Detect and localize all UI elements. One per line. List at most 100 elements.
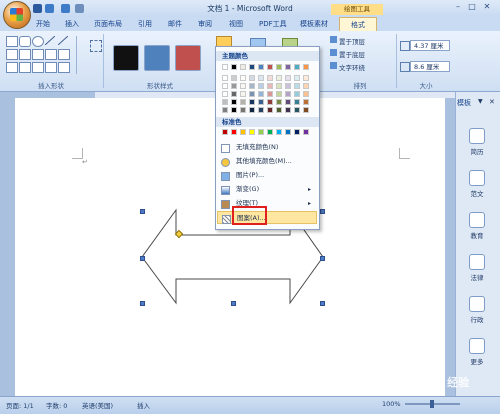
theme-color-swatch[interactable] [303, 64, 309, 70]
theme-color-swatch[interactable] [222, 91, 228, 97]
menu-item-picture[interactable]: 图片(P)... [217, 169, 317, 182]
theme-color-swatch[interactable] [294, 64, 300, 70]
resize-handle[interactable] [231, 301, 236, 306]
resize-handle[interactable] [140, 209, 145, 214]
theme-color-swatch[interactable] [303, 107, 309, 113]
tab-review[interactable]: 审阅 [198, 19, 212, 30]
panel-item-essay[interactable]: 范文 [460, 170, 494, 198]
tab-templates[interactable]: 模板素材 [300, 19, 328, 30]
standard-color-row[interactable] [222, 129, 314, 137]
theme-color-swatch[interactable] [222, 75, 228, 81]
theme-color-swatch[interactable] [240, 91, 246, 97]
standard-color-swatch[interactable] [303, 129, 309, 135]
quick-access-menu-icon[interactable] [75, 4, 84, 13]
width-input[interactable]: 8.6 厘米 [410, 61, 450, 72]
triangle-shape-icon[interactable] [6, 49, 18, 60]
shape-style-black[interactable] [113, 45, 139, 71]
theme-color-swatch[interactable] [294, 83, 300, 89]
redo-icon[interactable] [61, 4, 70, 13]
theme-color-swatch[interactable] [231, 83, 237, 89]
panel-item-law[interactable]: 法律 [460, 254, 494, 282]
theme-color-swatch[interactable] [258, 75, 264, 81]
curve-shape-icon[interactable] [45, 49, 57, 60]
theme-color-swatch[interactable] [276, 107, 282, 113]
theme-color-swatch[interactable] [303, 75, 309, 81]
standard-color-swatch[interactable] [231, 129, 237, 135]
maximize-button[interactable]: □ [466, 2, 478, 12]
menu-item-gradient[interactable]: 渐变(G) ▸ [217, 183, 317, 196]
tab-references[interactable]: 引用 [138, 19, 152, 30]
standard-color-swatch[interactable] [240, 129, 246, 135]
pentagon-shape-icon[interactable] [32, 49, 44, 60]
theme-color-swatch[interactable] [303, 99, 309, 105]
tab-view[interactable]: 视图 [229, 19, 243, 30]
theme-color-swatch[interactable] [258, 99, 264, 105]
brace-shape-icon[interactable] [45, 62, 57, 73]
line-shape-icon[interactable] [44, 35, 56, 46]
theme-color-swatch[interactable] [249, 91, 255, 97]
bracket-shape-icon[interactable] [58, 49, 70, 60]
resize-handle[interactable] [320, 301, 325, 306]
theme-color-swatch[interactable] [276, 91, 282, 97]
edit-shape-icon[interactable] [90, 40, 102, 52]
theme-color-swatch[interactable] [258, 64, 264, 70]
panel-item-education[interactable]: 教育 [460, 212, 494, 240]
theme-color-swatch[interactable] [276, 64, 282, 70]
theme-color-swatch[interactable] [231, 99, 237, 105]
theme-color-swatch[interactable] [249, 107, 255, 113]
resize-handle[interactable] [140, 301, 145, 306]
minimize-button[interactable]: – [452, 2, 464, 12]
theme-color-swatch[interactable] [267, 75, 273, 81]
office-button[interactable] [3, 1, 31, 29]
theme-color-swatch[interactable] [258, 107, 264, 113]
theme-color-swatch[interactable] [285, 107, 291, 113]
standard-color-swatch[interactable] [294, 129, 300, 135]
close-button[interactable]: ✕ [481, 2, 493, 12]
theme-color-swatch[interactable] [240, 83, 246, 89]
theme-color-swatch[interactable] [258, 91, 264, 97]
zoom-level[interactable]: 100% [382, 400, 401, 408]
tab-home[interactable]: 开始 [36, 19, 50, 30]
theme-color-swatch[interactable] [249, 99, 255, 105]
theme-color-swatch[interactable] [294, 91, 300, 97]
send-to-back-icon[interactable] [330, 49, 337, 56]
tab-page-layout[interactable]: 页面布局 [94, 19, 122, 30]
tab-format[interactable]: 格式 [339, 17, 377, 32]
standard-color-swatch[interactable] [285, 129, 291, 135]
word-count[interactable]: 字数: 0 [46, 400, 67, 410]
standard-color-swatch[interactable] [267, 129, 273, 135]
bring-to-front-button[interactable]: 置于顶层 [339, 36, 365, 46]
theme-color-swatch[interactable] [222, 64, 228, 70]
theme-color-swatch[interactable] [303, 83, 309, 89]
standard-color-swatch[interactable] [222, 129, 228, 135]
text-wrap-icon[interactable] [330, 62, 337, 69]
panel-close-icon[interactable]: ✕ [489, 98, 495, 106]
gallery-scroll[interactable] [76, 36, 86, 74]
send-to-back-button[interactable]: 置于底层 [339, 49, 365, 59]
theme-color-grid[interactable] [222, 64, 314, 117]
theme-color-swatch[interactable] [267, 64, 273, 70]
theme-color-swatch[interactable] [267, 91, 273, 97]
panel-item-admin[interactable]: 行政 [460, 296, 494, 324]
language-indicator[interactable]: 英语(美国) [82, 400, 113, 410]
resize-handle[interactable] [320, 209, 325, 214]
standard-color-swatch[interactable] [276, 129, 282, 135]
theme-color-swatch[interactable] [285, 91, 291, 97]
panel-menu-icon[interactable]: ▼ [478, 98, 483, 105]
theme-color-swatch[interactable] [231, 107, 237, 113]
theme-color-swatch[interactable] [294, 107, 300, 113]
theme-color-swatch[interactable] [231, 75, 237, 81]
theme-color-swatch[interactable] [222, 99, 228, 105]
zoom-slider-thumb[interactable] [430, 400, 434, 408]
theme-color-swatch[interactable] [276, 83, 282, 89]
theme-color-swatch[interactable] [267, 107, 273, 113]
tab-mailings[interactable]: 邮件 [168, 19, 182, 30]
page-indicator[interactable]: 页面: 1/1 [6, 400, 34, 410]
save-icon[interactable] [33, 4, 42, 13]
callout-shape-icon[interactable] [32, 62, 44, 73]
theme-color-swatch[interactable] [222, 83, 228, 89]
shape-style-blue[interactable] [144, 45, 170, 71]
theme-color-swatch[interactable] [249, 75, 255, 81]
rectangle-shape-icon[interactable] [6, 36, 18, 47]
theme-color-swatch[interactable] [240, 99, 246, 105]
